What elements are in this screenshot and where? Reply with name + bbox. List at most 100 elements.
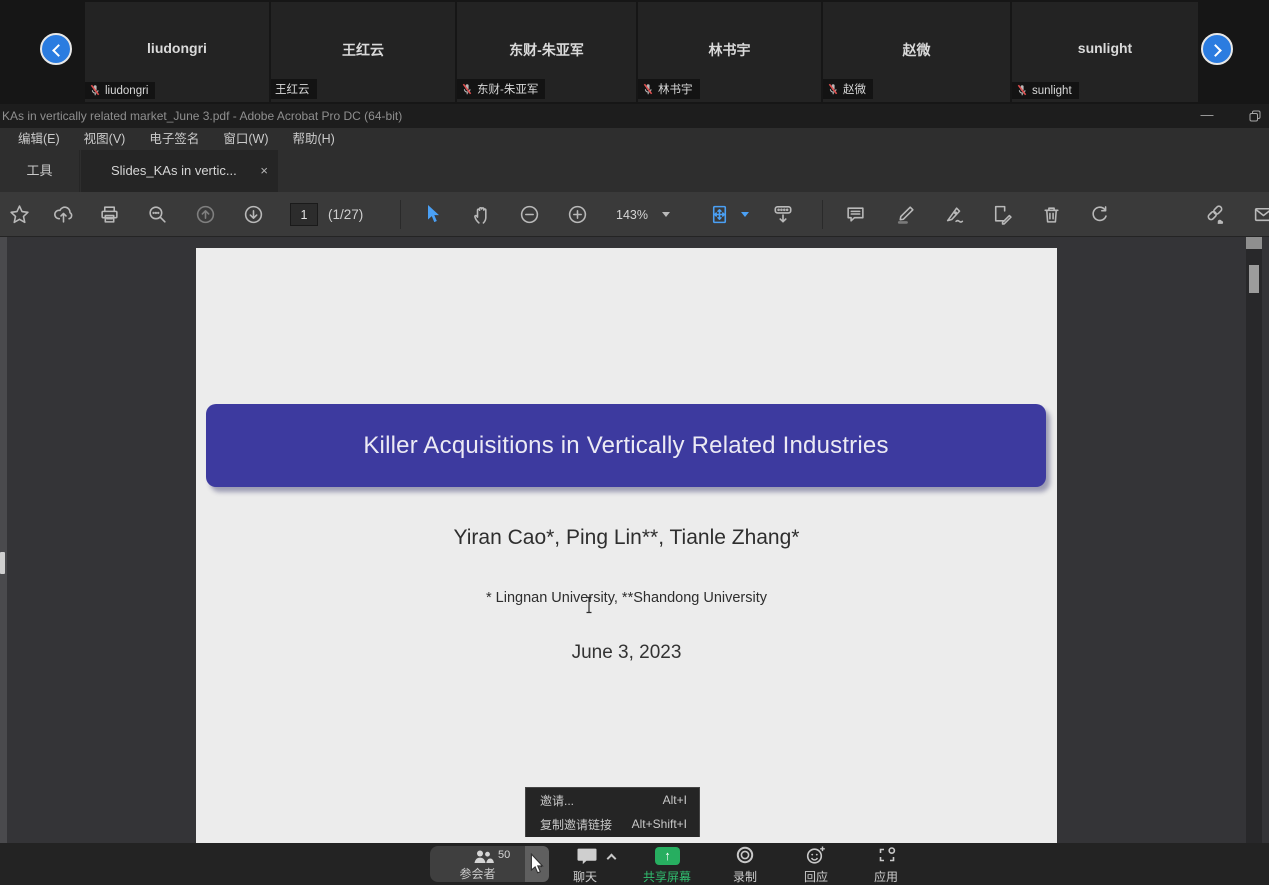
- scroll-up-button[interactable]: [1246, 237, 1262, 249]
- copy-link-shortcut: Alt+Shift+I: [632, 817, 687, 831]
- edit-page-button[interactable]: [982, 195, 1020, 233]
- menu-edit[interactable]: 编辑(E): [6, 128, 72, 150]
- minus-circle-icon: [519, 204, 540, 225]
- record-button[interactable]: 录制: [715, 843, 775, 885]
- participant-tile[interactable]: 林书宇 林书宇: [638, 2, 821, 102]
- chat-label: 聊天: [552, 868, 618, 885]
- invite-label: 邀请...: [540, 792, 574, 809]
- tab-document-label: Slides_KAs in vertic...: [111, 163, 237, 178]
- gallery-next-button[interactable]: [1201, 33, 1233, 65]
- participant-tile[interactable]: liudongri liudongri: [85, 2, 269, 102]
- zoom-out-button[interactable]: [510, 195, 548, 233]
- plus-circle-icon: [567, 204, 588, 225]
- participant-badge: 东财-朱亚军: [457, 79, 545, 99]
- fountain-pen-icon: [944, 204, 965, 225]
- print-button[interactable]: [90, 195, 128, 233]
- reactions-label: 回应: [786, 868, 846, 885]
- chevron-right-icon: [1209, 44, 1222, 57]
- delete-pages-button[interactable]: [1032, 195, 1070, 233]
- participant-tile[interactable]: 东财-朱亚军 东财-朱亚军: [457, 2, 636, 102]
- rotate-pages-button[interactable]: [1080, 195, 1118, 233]
- menu-esign[interactable]: 电子签名: [137, 128, 211, 150]
- participant-tile[interactable]: 王红云 王红云: [271, 2, 455, 102]
- search-button[interactable]: [138, 195, 176, 233]
- next-page-button[interactable]: [234, 195, 272, 233]
- hand-tool-button[interactable]: [462, 195, 500, 233]
- share-cloud-button[interactable]: [44, 195, 82, 233]
- menu-window[interactable]: 窗口(W): [211, 128, 280, 150]
- fill-sign-button[interactable]: [935, 195, 973, 233]
- tab-tools[interactable]: 工具: [0, 150, 80, 192]
- reactions-button[interactable]: 回应: [786, 843, 846, 885]
- participant-badge: 王红云: [271, 79, 317, 99]
- link-icon: [1204, 203, 1226, 225]
- menu-view[interactable]: 视图(V): [72, 128, 138, 150]
- restore-button[interactable]: [1238, 104, 1269, 128]
- share-link-button[interactable]: [1196, 195, 1234, 233]
- apps-button[interactable]: 应用: [856, 843, 916, 885]
- cloud-upload-icon: [53, 204, 74, 225]
- nav-pane-handle[interactable]: [0, 552, 5, 574]
- gallery-prev-button[interactable]: [40, 33, 72, 65]
- zoom-in-button[interactable]: [558, 195, 596, 233]
- text-cursor: [584, 596, 594, 619]
- fit-page-icon: [709, 204, 730, 225]
- participant-name: liudongri: [85, 40, 269, 56]
- participant-tile[interactable]: 赵微 赵微: [823, 2, 1010, 102]
- envelope-icon: [1253, 204, 1269, 225]
- page-count-indicator: (1/27): [328, 192, 363, 237]
- cursor-arrow-icon: [530, 853, 546, 875]
- menu-item-copy-invite-link[interactable]: 复制邀请链接 Alt+Shift+I: [526, 812, 699, 836]
- minimize-button[interactable]: —: [1190, 104, 1224, 128]
- email-button[interactable]: [1244, 195, 1269, 233]
- scrollbar-thumb[interactable]: [1249, 265, 1259, 293]
- acrobat-tabbar: 工具 Slides_KAs in vertic... × ?: [0, 150, 1269, 192]
- zoom-level-select[interactable]: 143%: [616, 192, 670, 237]
- favorites-button[interactable]: [0, 195, 38, 233]
- page-number-input[interactable]: [290, 203, 318, 226]
- participants-button[interactable]: 50 参会者: [430, 846, 525, 882]
- apps-icon: [877, 845, 897, 865]
- acrobat-menubar: 编辑(E) 视图(V) 电子签名 窗口(W) 帮助(H): [0, 128, 1269, 150]
- zoom-meeting-screen: liudongri liudongri 王红云 王红云 东财-朱亚军 东财-朱亚…: [0, 0, 1269, 885]
- comment-button[interactable]: [836, 195, 874, 233]
- share-screen-button[interactable]: ↑ 共享屏幕: [637, 843, 697, 885]
- participant-badge-name: 东财-朱亚军: [477, 81, 538, 97]
- acrobat-titlebar: KAs in vertically related market_June 3.…: [0, 104, 1269, 128]
- participant-badge: 林书宇: [638, 79, 700, 99]
- slide-affiliations: * Lingnan University, **Shandong Univers…: [196, 590, 1057, 606]
- previous-page-button[interactable]: [186, 195, 224, 233]
- fit-page-button[interactable]: [702, 195, 736, 233]
- toolbar-separator: [822, 200, 823, 229]
- select-tool-button[interactable]: [414, 195, 452, 233]
- mic-muted-icon: [461, 83, 473, 96]
- zoom-level-value: 143%: [616, 208, 648, 222]
- participant-name: 王红云: [271, 40, 455, 60]
- highlight-button[interactable]: [886, 195, 924, 233]
- chat-button[interactable]: 聊天: [558, 843, 618, 885]
- arrow-down-circle-icon: [243, 204, 264, 225]
- reading-mode-icon: [772, 203, 794, 225]
- menu-help[interactable]: 帮助(H): [280, 128, 346, 150]
- search-icon: [147, 204, 168, 225]
- highlighter-icon: [895, 204, 916, 225]
- chevron-down-icon: [662, 212, 670, 217]
- document-area[interactable]: Killer Acquisitions in Vertically Relate…: [0, 237, 1269, 843]
- menu-item-invite[interactable]: 邀请... Alt+I: [526, 788, 699, 812]
- participant-tile[interactable]: sunlight sunlight: [1012, 2, 1198, 102]
- vertical-scrollbar[interactable]: [1246, 237, 1262, 843]
- close-tab-icon[interactable]: ×: [260, 150, 268, 192]
- slide-date: June 3, 2023: [196, 642, 1057, 664]
- comment-icon: [845, 204, 866, 225]
- participant-name: 东财-朱亚军: [457, 40, 636, 60]
- participant-badge-name: liudongri: [105, 85, 148, 97]
- participant-badge-name: 王红云: [275, 81, 310, 97]
- pdf-page[interactable]: Killer Acquisitions in Vertically Relate…: [196, 248, 1057, 843]
- chat-options-chevron-icon[interactable]: [607, 854, 617, 864]
- tab-document[interactable]: Slides_KAs in vertic... ×: [81, 150, 278, 192]
- nav-pane-strip[interactable]: [0, 237, 7, 843]
- chat-icon: [576, 847, 598, 866]
- reading-mode-button[interactable]: [764, 195, 802, 233]
- fit-options-chevron-icon[interactable]: [741, 212, 749, 217]
- mic-muted-icon: [1016, 84, 1028, 97]
